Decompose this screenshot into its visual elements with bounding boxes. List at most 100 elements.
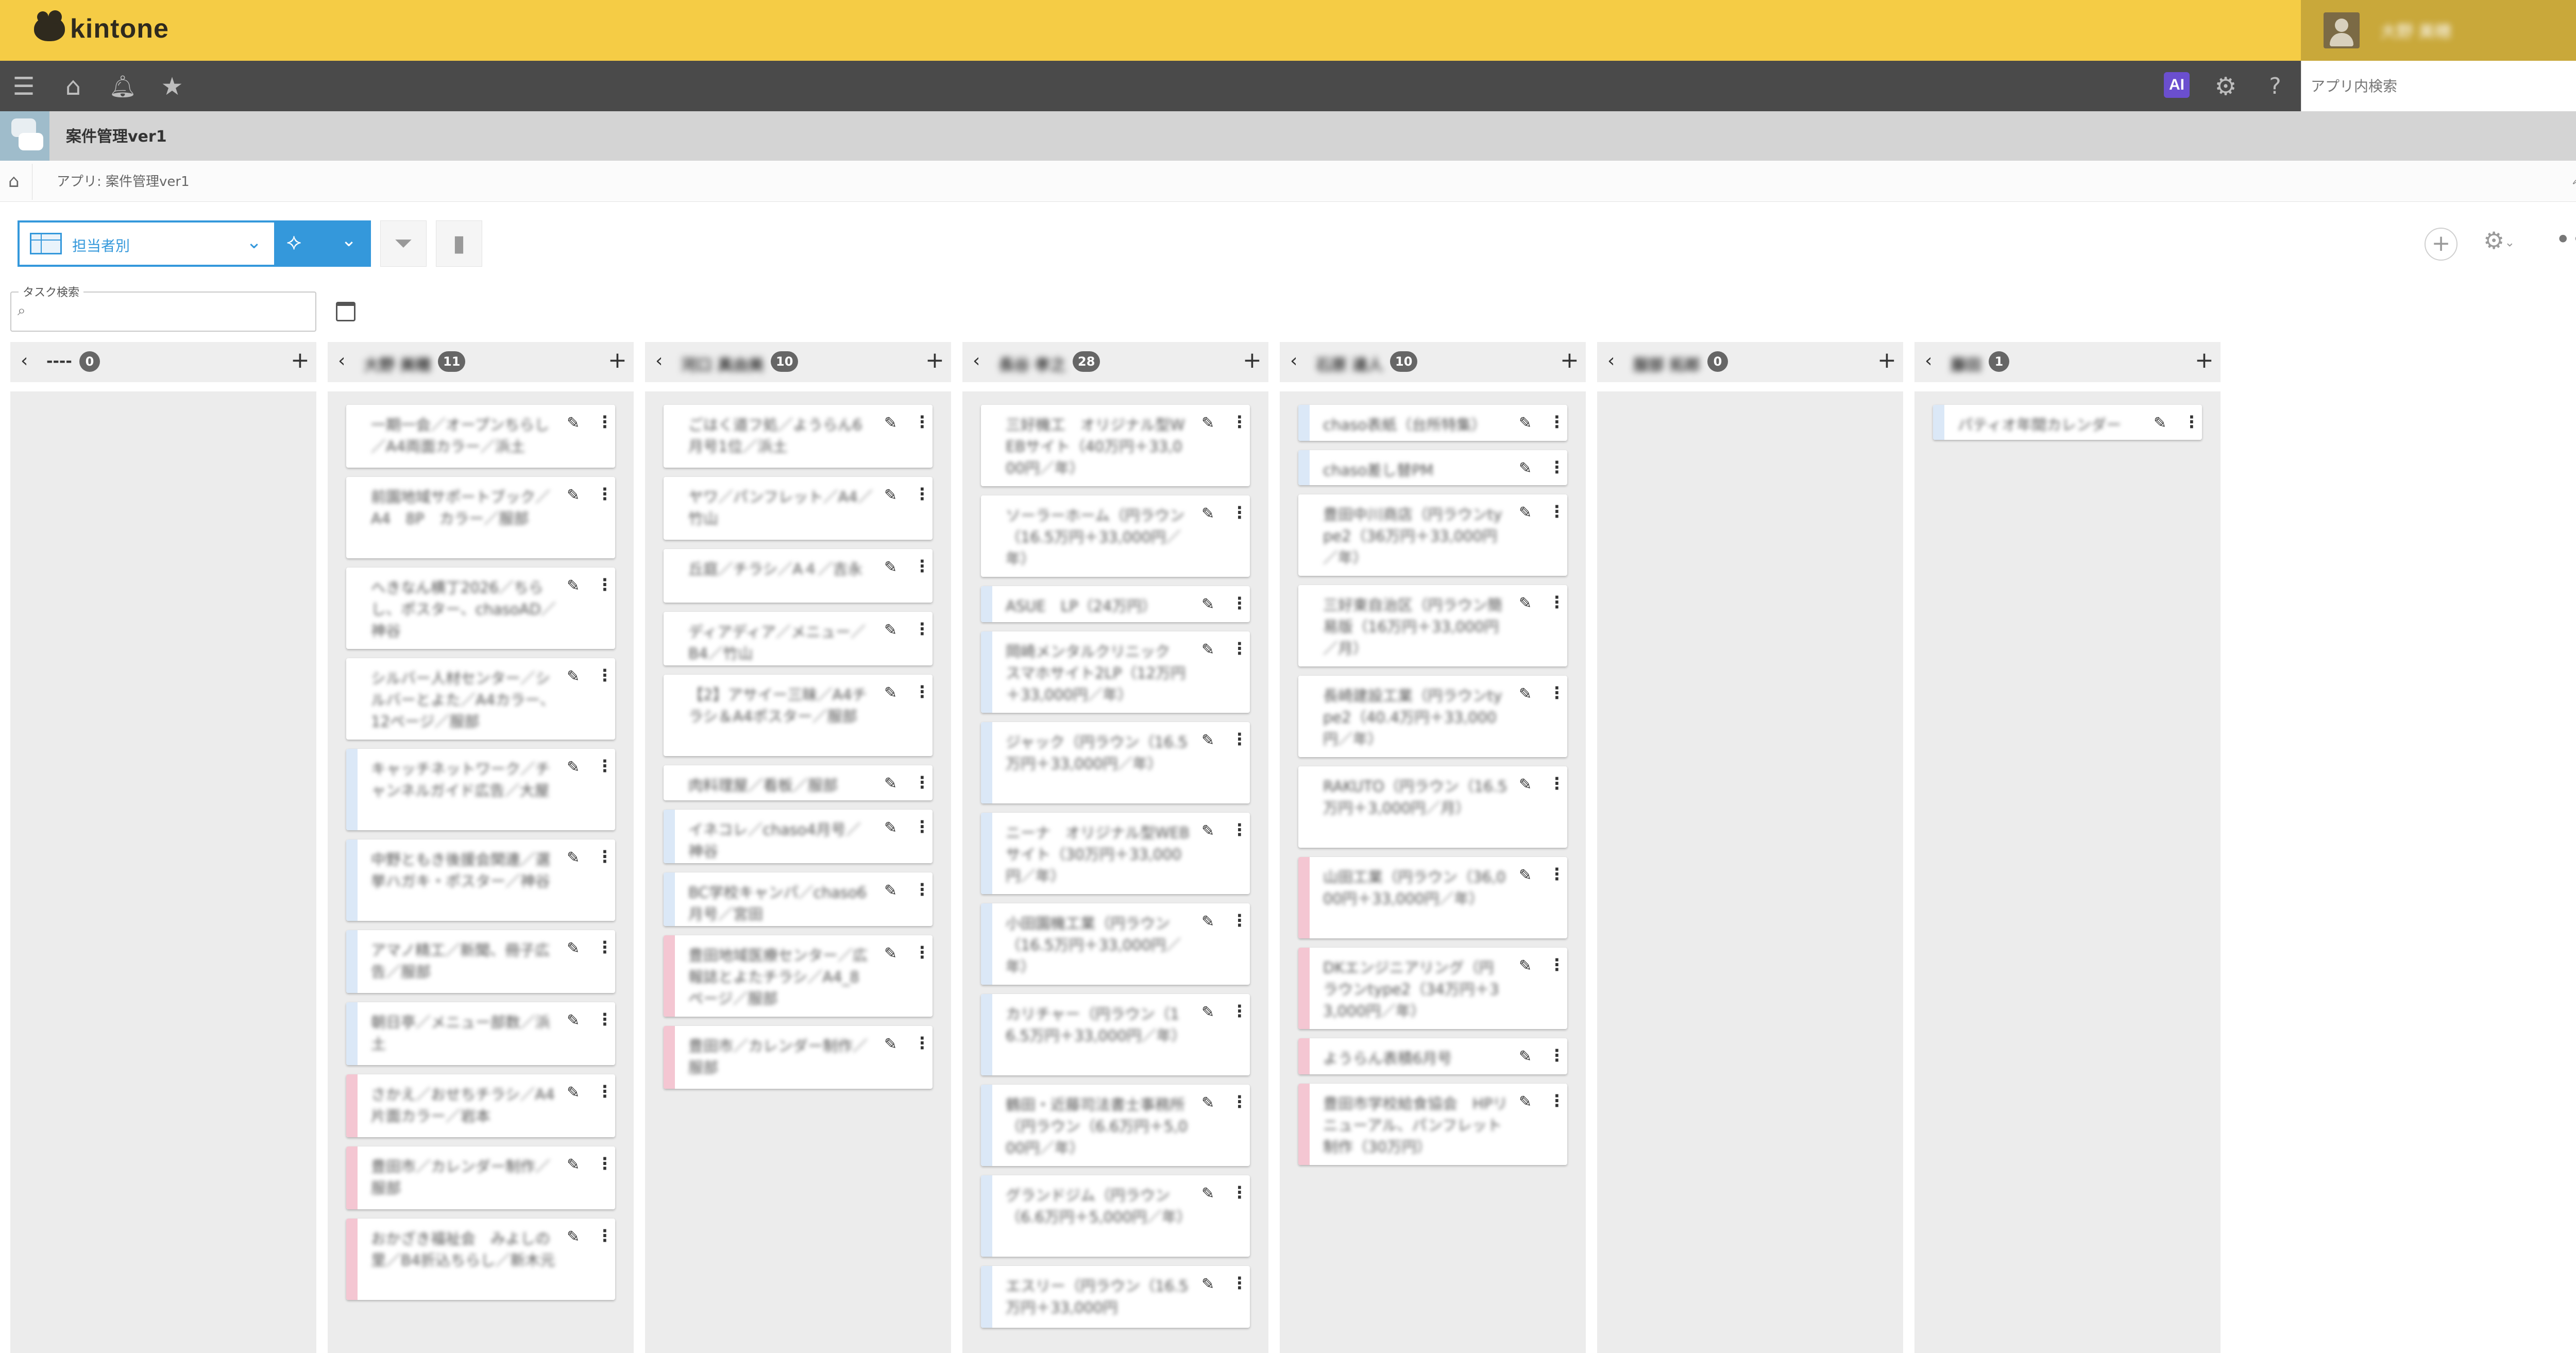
star-icon[interactable]: ★	[158, 72, 187, 101]
edit-pencil-icon[interactable]: ✎	[1519, 685, 1532, 703]
edit-pencil-icon[interactable]: ✎	[2154, 414, 2166, 432]
task-card[interactable]: 豊田市／カレンダー制作／服部 ✎ ⋮	[346, 1146, 615, 1209]
card-menu-icon[interactable]: ⋮	[597, 937, 613, 957]
add-card-icon[interactable]: +	[291, 347, 310, 373]
add-card-icon[interactable]: +	[925, 347, 944, 373]
edit-pencil-icon[interactable]: ✎	[567, 849, 580, 867]
edit-pencil-icon[interactable]: ✎	[884, 1035, 897, 1053]
task-card[interactable]: キャッチネットワーク／チャンネルガイド広告／大屋 ✎ ⋮	[346, 749, 615, 830]
card-menu-icon[interactable]: ⋮	[1549, 412, 1565, 432]
task-card[interactable]: 長崎建設工業（円ラウンtype2（40.4万円＋33,000円／年） ✎ ⋮	[1298, 676, 1567, 757]
edit-pencil-icon[interactable]: ✎	[567, 1012, 580, 1030]
task-card[interactable]: へきなん横丁2026／ちらし、ポスター、chasoAD／神谷 ✎ ⋮	[346, 568, 615, 649]
card-menu-icon[interactable]: ⋮	[1549, 955, 1565, 974]
breadcrumb-home-icon[interactable]: ⌂	[8, 171, 26, 192]
edit-pencil-icon[interactable]: ✎	[567, 577, 580, 595]
edit-pencil-icon[interactable]: ✎	[567, 1084, 580, 1102]
graph-button[interactable]: ⟡ ⌄	[276, 220, 371, 267]
edit-pencil-icon[interactable]: ✎	[884, 775, 897, 793]
task-card[interactable]: 【2】アサイー三昧／A4チラシ＆A4ポスター／服部 ✎ ⋮	[664, 675, 933, 756]
task-card[interactable]: ASUE LP（24万円） ✎ ⋮	[981, 586, 1250, 622]
card-menu-icon[interactable]: ⋮	[1231, 503, 1248, 522]
edit-pencil-icon[interactable]: ✎	[884, 621, 897, 639]
edit-pencil-icon[interactable]: ✎	[1201, 414, 1214, 432]
edit-pencil-icon[interactable]: ✎	[1201, 595, 1214, 613]
card-menu-icon[interactable]: ⋮	[1549, 864, 1565, 884]
task-card[interactable]: パティオ年間カレンダー ✎ ⋮	[1933, 405, 2202, 440]
card-menu-icon[interactable]: ⋮	[914, 1033, 930, 1053]
card-menu-icon[interactable]: ⋮	[1231, 412, 1248, 432]
app-settings-button[interactable]: ⚙⌄	[2483, 227, 2530, 260]
edit-pencil-icon[interactable]: ✎	[1201, 641, 1214, 659]
task-card[interactable]: グランドジム（円ラウン（6.6万円＋5,000円／年） ✎ ⋮	[981, 1175, 1250, 1257]
task-card[interactable]: イネコレ／chaso4月号／神谷 ✎ ⋮	[664, 810, 933, 863]
task-card[interactable]: ソーラーホーム（円ラウン（16.5万円＋33,000円／年） ✎ ⋮	[981, 495, 1250, 577]
task-card[interactable]: 肉料理屋／看板／服部 ✎ ⋮	[664, 765, 933, 800]
card-menu-icon[interactable]: ⋮	[597, 575, 613, 594]
card-menu-icon[interactable]: ⋮	[1549, 1046, 1565, 1065]
card-menu-icon[interactable]: ⋮	[914, 943, 930, 962]
edit-pencil-icon[interactable]: ✎	[567, 667, 580, 686]
filter-button[interactable]: ⏷	[380, 220, 427, 267]
card-menu-icon[interactable]: ⋮	[597, 484, 613, 504]
edit-pencil-icon[interactable]: ✎	[1519, 594, 1532, 612]
card-menu-icon[interactable]: ⋮	[597, 665, 613, 685]
view-selector[interactable]: 担当者別 ⌄	[18, 220, 276, 267]
task-card[interactable]: ようらん表積6月号 ✎ ⋮	[1298, 1038, 1567, 1074]
task-card[interactable]: ニーナ オリジナル型WEBサイト（30万円＋33,000円／年） ✎ ⋮	[981, 813, 1250, 894]
task-card[interactable]: シルバー人材センター／シルバーとよた／A4カラー、12ページ／服部 ✎ ⋮	[346, 658, 615, 740]
ai-icon[interactable]: AI	[2164, 72, 2190, 98]
card-menu-icon[interactable]: ⋮	[1549, 774, 1565, 793]
card-menu-icon[interactable]: ⋮	[1549, 502, 1565, 521]
edit-pencil-icon[interactable]: ✎	[1201, 822, 1214, 840]
card-menu-icon[interactable]: ⋮	[1231, 639, 1248, 658]
collapse-column-icon[interactable]: ‹	[1607, 350, 1615, 371]
gear-icon[interactable]: ⚙	[2211, 72, 2240, 101]
card-menu-icon[interactable]: ⋮	[914, 682, 930, 701]
edit-pencil-icon[interactable]: ✎	[567, 414, 580, 432]
task-card[interactable]: ごはく道フ処／ようらん6月号1位／浜土 ✎ ⋮	[664, 405, 933, 468]
edit-pencil-icon[interactable]: ✎	[1519, 866, 1532, 884]
edit-pencil-icon[interactable]: ✎	[1201, 913, 1214, 931]
card-menu-icon[interactable]: ⋮	[597, 1226, 613, 1245]
breadcrumb-app-link[interactable]: アプリ: 案件管理ver1	[57, 171, 190, 190]
edit-pencil-icon[interactable]: ✎	[1201, 1185, 1214, 1203]
task-card[interactable]: 岡崎メンタルクリニック スマホサイト2LP（12万円＋33,000円／年） ✎ ⋮	[981, 631, 1250, 713]
collapse-column-icon[interactable]: ‹	[338, 350, 345, 371]
card-menu-icon[interactable]: ⋮	[597, 412, 613, 432]
edit-pencil-icon[interactable]: ✎	[1519, 957, 1532, 975]
card-menu-icon[interactable]: ⋮	[1549, 457, 1565, 477]
collapse-column-icon[interactable]: ‹	[1290, 350, 1297, 371]
bell-icon[interactable]: 🔔︎	[108, 72, 137, 101]
add-card-icon[interactable]: +	[2195, 347, 2214, 373]
edit-pencil-icon[interactable]: ✎	[567, 939, 580, 957]
pin-icon[interactable]: 📌︎	[2571, 168, 2576, 186]
card-menu-icon[interactable]: ⋮	[1231, 1092, 1248, 1111]
add-card-icon[interactable]: +	[1877, 347, 1896, 373]
collapse-column-icon[interactable]: ‹	[655, 350, 663, 371]
task-card[interactable]: chaso表紙（台所特集） ✎ ⋮	[1298, 405, 1567, 441]
task-card[interactable]: 三好機工 オリジナル型WEBサイト（40万円＋33,000円／年） ✎ ⋮	[981, 405, 1250, 486]
task-card[interactable]: 豊田市学校給食協会 HPリニューアル、パンフレット制作（30万円） ✎ ⋮	[1298, 1084, 1567, 1165]
card-menu-icon[interactable]: ⋮	[1231, 1183, 1248, 1202]
card-menu-icon[interactable]: ⋮	[597, 1009, 613, 1029]
task-card[interactable]: 三好東自治区（円ラウン簡易版（16万円＋33,000円／月） ✎ ⋮	[1298, 585, 1567, 666]
task-card[interactable]: 朝日亭／メニュー部数／浜土 ✎ ⋮	[346, 1002, 615, 1065]
collapse-column-icon[interactable]: ‹	[21, 350, 28, 371]
task-card[interactable]: RAKUTO（円ラウン（16.5万円＋3,000円／月） ✎ ⋮	[1298, 766, 1567, 848]
card-menu-icon[interactable]: ⋮	[1231, 729, 1248, 749]
task-card[interactable]: 豊田中川商店（円ラウンtype2（36万円＋33,000円／年） ✎ ⋮	[1298, 494, 1567, 576]
card-menu-icon[interactable]: ⋮	[1231, 593, 1248, 613]
card-menu-icon[interactable]: ⋮	[1549, 592, 1565, 612]
task-card[interactable]: 豊田地域医療センター／広報誌とよたチラシ／A4_8ページ／服部 ✎ ⋮	[664, 935, 933, 1017]
edit-pencil-icon[interactable]: ✎	[1519, 504, 1532, 522]
edit-pencil-icon[interactable]: ✎	[884, 558, 897, 576]
task-card[interactable]: ジャック（円ラウン（16.5万円＋33,000円／年） ✎ ⋮	[981, 722, 1250, 803]
card-menu-icon[interactable]: ⋮	[914, 880, 930, 899]
task-card[interactable]: さかえ／おせちチラシ／A4片面カラー／岩本 ✎ ⋮	[346, 1074, 615, 1137]
card-menu-icon[interactable]: ⋮	[2183, 412, 2200, 432]
task-card[interactable]: 一期一会／オープンちらし／A4両面カラー／浜土 ✎ ⋮	[346, 405, 615, 468]
card-menu-icon[interactable]: ⋮	[597, 1082, 613, 1101]
collapse-column-icon[interactable]: ‹	[1925, 350, 1932, 371]
card-menu-icon[interactable]: ⋮	[597, 847, 613, 866]
